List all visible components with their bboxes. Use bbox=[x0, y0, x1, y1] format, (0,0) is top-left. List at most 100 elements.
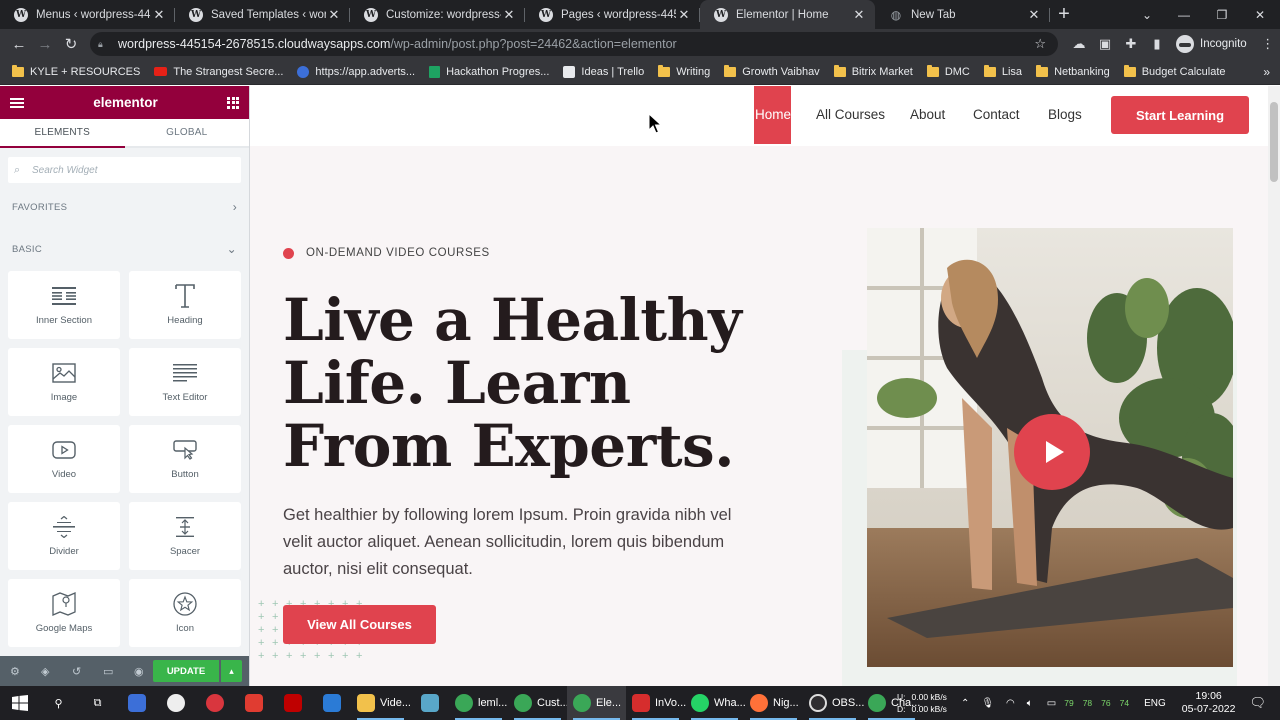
network-icon[interactable]: ◠ bbox=[1006, 698, 1015, 709]
language-indicator[interactable]: ENG bbox=[1144, 698, 1166, 709]
scrollbar-thumb[interactable] bbox=[1270, 102, 1278, 182]
favorites-category[interactable]: FAVORITES › bbox=[0, 186, 249, 228]
app-icon[interactable] bbox=[195, 686, 234, 720]
taskbar-app[interactable]: InVo... bbox=[626, 686, 686, 720]
save-options-button[interactable]: ▴ bbox=[221, 660, 242, 682]
new-tab-button[interactable]: + bbox=[1050, 0, 1078, 29]
basic-category[interactable]: BASIC ⌄ bbox=[0, 228, 249, 270]
bookmark-item[interactable]: Budget Calculate bbox=[1123, 64, 1226, 78]
app-icon[interactable] bbox=[410, 686, 449, 720]
nav-all-courses[interactable]: All Courses bbox=[816, 86, 885, 144]
search-widget-input[interactable]: ⌕ Search Widget bbox=[8, 157, 241, 183]
widget-icon[interactable]: Icon bbox=[129, 579, 241, 647]
nav-contact[interactable]: Contact bbox=[973, 86, 1020, 144]
app-icon[interactable] bbox=[234, 686, 273, 720]
page-scrollbar[interactable] bbox=[1268, 86, 1280, 686]
browser-tab-active[interactable]: W Elementor | Home ✕ bbox=[700, 0, 875, 29]
close-icon[interactable]: ✕ bbox=[851, 7, 867, 23]
incognito-profile[interactable]: Incognito bbox=[1176, 35, 1247, 53]
taskbar-app[interactable]: Cust... bbox=[508, 686, 569, 720]
task-view-icon[interactable]: ⧉ bbox=[78, 686, 117, 720]
view-all-courses-button[interactable]: View All Courses bbox=[283, 605, 436, 644]
close-icon[interactable]: ✕ bbox=[676, 7, 692, 23]
browser-tab[interactable]: W Pages ‹ wordpress-445154-✕ bbox=[525, 0, 700, 29]
bookmark-item[interactable]: Netbanking bbox=[1036, 64, 1110, 78]
bookmark-item[interactable]: DMC bbox=[926, 64, 970, 78]
widget-text-editor[interactable]: Text Editor bbox=[129, 348, 241, 416]
settings-icon[interactable]: ⚙ bbox=[10, 665, 41, 678]
bookmark-item[interactable]: Growth Vaibhav bbox=[724, 64, 820, 78]
browser-tab[interactable]: W Menus ‹ wordpress-445154✕ bbox=[0, 0, 175, 29]
microphone-icon[interactable]: 🎙︎ bbox=[981, 698, 994, 709]
navigator-icon[interactable]: ◈ bbox=[41, 665, 72, 678]
nav-home[interactable]: Home bbox=[754, 86, 791, 144]
maximize-button[interactable]: ❐ bbox=[1203, 0, 1241, 29]
history-icon[interactable]: ↺ bbox=[72, 665, 103, 678]
bookmark-star-icon[interactable]: ☆ bbox=[1034, 36, 1046, 52]
play-icon[interactable] bbox=[1014, 414, 1090, 490]
calculator-icon[interactable] bbox=[117, 686, 156, 720]
bookmark-item[interactable]: Bitrix Market bbox=[833, 64, 913, 78]
bookmark-item[interactable]: Ideas | Trello bbox=[563, 65, 644, 78]
nav-blogs[interactable]: Blogs bbox=[1048, 86, 1082, 144]
taskbar-app[interactable]: OBS... bbox=[803, 686, 864, 720]
filezilla-icon[interactable] bbox=[273, 686, 312, 720]
widget-spacer[interactable]: Spacer bbox=[129, 502, 241, 570]
taskbar-app-active[interactable]: Ele... bbox=[567, 686, 626, 720]
todo-icon[interactable] bbox=[312, 686, 351, 720]
nav-about[interactable]: About bbox=[910, 86, 945, 144]
puzzle-icon[interactable]: ✚ bbox=[1118, 36, 1144, 52]
app-icon[interactable] bbox=[156, 686, 195, 720]
widget-divider[interactable]: Divider bbox=[8, 502, 120, 570]
hamburger-menu-icon[interactable] bbox=[10, 97, 24, 108]
volume-icon[interactable]: 🔈︎ bbox=[1027, 698, 1033, 709]
back-icon[interactable]: ← bbox=[6, 36, 32, 53]
hero-video-thumbnail[interactable] bbox=[867, 228, 1233, 667]
tab-search-icon[interactable]: ⌄ bbox=[1128, 0, 1166, 29]
browser-tab[interactable]: ◍ New Tab ✕ bbox=[875, 0, 1050, 29]
close-icon[interactable]: ✕ bbox=[151, 7, 167, 23]
side-panel-icon[interactable]: ▮ bbox=[1144, 36, 1170, 52]
forward-icon[interactable]: → bbox=[32, 36, 58, 53]
address-bar[interactable]: 🔒︎ wordpress-445154-2678515.cloudwaysapp… bbox=[90, 32, 1058, 56]
tab-elements[interactable]: ELEMENTS bbox=[0, 119, 125, 148]
bookmark-item[interactable]: Lisa bbox=[983, 64, 1022, 78]
kebab-menu-icon[interactable]: ⋮ bbox=[1255, 36, 1280, 52]
close-icon[interactable]: ✕ bbox=[1026, 7, 1042, 23]
responsive-mode-icon[interactable]: ▭ bbox=[103, 665, 134, 678]
taskbar-app[interactable]: Nig... bbox=[744, 686, 803, 720]
windows-start-icon[interactable] bbox=[0, 686, 39, 720]
clock[interactable]: 19:06 05-07-2022 bbox=[1182, 690, 1236, 716]
battery-icon[interactable]: ▭ bbox=[1047, 698, 1056, 709]
taskbar-app[interactable]: Wha... bbox=[685, 686, 746, 720]
taskbar-app-videos[interactable]: Vide... bbox=[351, 686, 411, 720]
minimize-button[interactable]: — bbox=[1165, 0, 1203, 29]
notifications-icon[interactable]: 🗨︎ bbox=[1249, 695, 1266, 711]
widget-image[interactable]: Image bbox=[8, 348, 120, 416]
chevron-up-icon[interactable]: ⌃ bbox=[961, 698, 969, 709]
apps-grid-icon[interactable] bbox=[227, 96, 239, 109]
update-button[interactable]: UPDATE bbox=[153, 660, 219, 682]
start-learning-button[interactable]: Start Learning bbox=[1111, 96, 1249, 134]
reload-icon[interactable]: ↻ bbox=[58, 35, 84, 53]
widget-button[interactable]: Button bbox=[129, 425, 241, 493]
close-icon[interactable]: ✕ bbox=[326, 7, 342, 23]
widget-google-maps[interactable]: Google Maps bbox=[8, 579, 120, 647]
widget-inner-section[interactable]: Inner Section bbox=[8, 271, 120, 339]
close-icon[interactable]: ✕ bbox=[501, 7, 517, 23]
widget-video[interactable]: Video bbox=[8, 425, 120, 493]
browser-tab[interactable]: W Saved Templates ‹ wordpre✕ bbox=[175, 0, 350, 29]
widget-heading[interactable]: Heading bbox=[129, 271, 241, 339]
taskbar-app[interactable]: leml... bbox=[449, 686, 508, 720]
more-bookmarks-icon[interactable]: » bbox=[1263, 65, 1270, 79]
extension-icon[interactable]: ▣ bbox=[1092, 36, 1118, 52]
bookmark-item[interactable]: https://app.adverts... bbox=[297, 65, 415, 78]
bookmark-item[interactable]: The Strangest Secre... bbox=[154, 66, 283, 78]
close-window-button[interactable]: ✕ bbox=[1241, 0, 1279, 29]
browser-tab[interactable]: W Customize: wordpress-4451✕ bbox=[350, 0, 525, 29]
bookmark-item[interactable]: Hackathon Progres... bbox=[429, 65, 549, 78]
bookmark-item[interactable]: Writing bbox=[658, 64, 710, 78]
bookmark-item[interactable]: KYLE + RESOURCES bbox=[12, 64, 140, 78]
extension-icon[interactable]: ☁ bbox=[1066, 36, 1092, 52]
search-icon[interactable]: ⚲ bbox=[39, 686, 78, 720]
